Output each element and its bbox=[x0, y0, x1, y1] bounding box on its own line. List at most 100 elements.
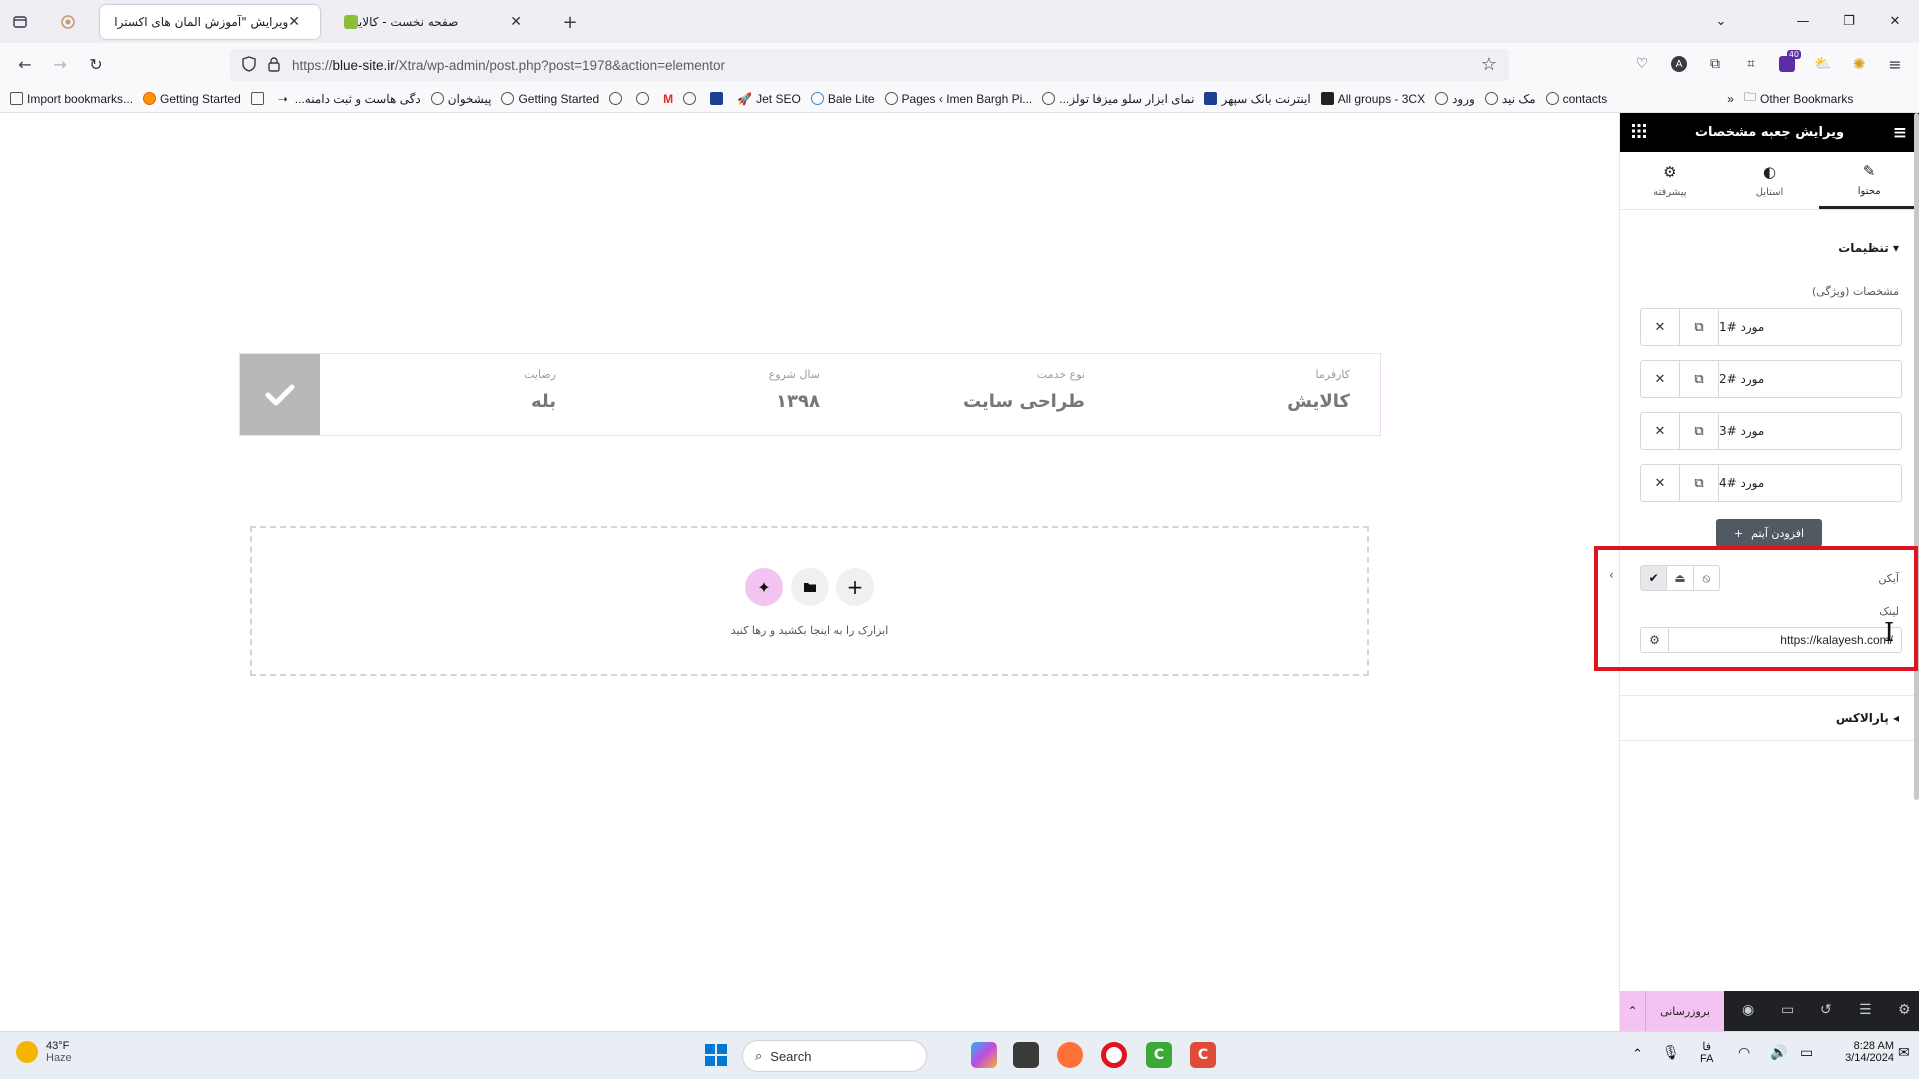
volume-icon[interactable]: 🔊 bbox=[1770, 1044, 1787, 1061]
bookmark-item[interactable]: Pages ‹ Imen Bargh Pi... bbox=[884, 92, 1032, 106]
forward-arrow-icon[interactable]: → bbox=[45, 49, 75, 79]
repeater-item[interactable]: ✕ ⧉ مورد #3 bbox=[1640, 412, 1902, 450]
lock-icon[interactable] bbox=[268, 57, 280, 76]
chevron-left-icon[interactable]: ‹ bbox=[1609, 568, 1614, 582]
restore-button[interactable]: ❐ bbox=[1826, 0, 1872, 43]
repeater-item-title[interactable]: مورد #1 bbox=[1719, 309, 1901, 345]
back-arrow-icon[interactable]: ← bbox=[10, 49, 40, 79]
responsive-icon[interactable]: ▭ bbox=[1781, 1002, 1794, 1018]
remove-icon[interactable]: ✕ bbox=[1641, 465, 1680, 501]
account-icon[interactable]: A bbox=[1664, 49, 1694, 79]
other-bookmarks[interactable]: 🗀 Other Bookmarks bbox=[1744, 88, 1853, 109]
star-icon[interactable]: ☆ bbox=[1481, 54, 1497, 75]
firefox-app-icon[interactable] bbox=[1057, 1042, 1083, 1068]
widgets-grid-icon[interactable] bbox=[1632, 123, 1646, 143]
remove-icon[interactable]: ✕ bbox=[1641, 361, 1680, 397]
shield-icon[interactable] bbox=[242, 56, 256, 76]
duplicate-icon[interactable]: ⧉ bbox=[1680, 413, 1719, 449]
opera-icon[interactable] bbox=[1101, 1042, 1127, 1068]
repeater-item-title[interactable]: مورد #2 bbox=[1719, 361, 1901, 397]
close-icon[interactable]: ✕ bbox=[510, 14, 522, 30]
windows-start-icon[interactable] bbox=[703, 1042, 729, 1068]
bookmark-item[interactable] bbox=[250, 92, 268, 105]
template-folder-button[interactable] bbox=[791, 568, 829, 606]
weather-widget[interactable]: 43°F Haze bbox=[16, 1040, 72, 1064]
bookmark-item[interactable]: Import bookmarks... bbox=[10, 92, 133, 106]
spec-box-widget[interactable]: کارفرما کالایش نوع خدمت طراحی سایت سال ش… bbox=[239, 353, 1381, 436]
add-item-button[interactable]: افزودن آیتم + bbox=[1716, 519, 1822, 547]
pocket-icon[interactable]: ♡ bbox=[1627, 49, 1657, 79]
reload-icon[interactable]: ↻ bbox=[81, 49, 111, 79]
camtasia-green-icon[interactable]: C bbox=[1146, 1042, 1172, 1068]
repeater-item[interactable]: ✕ ⧉ مورد #2 bbox=[1640, 360, 1902, 398]
repeater-item-title[interactable]: مورد #3 bbox=[1719, 413, 1901, 449]
close-icon[interactable]: ✕ bbox=[288, 14, 300, 30]
tab-content[interactable]: ✎ محتوا bbox=[1819, 152, 1919, 209]
bookmark-item[interactable]: Getting Started bbox=[501, 92, 599, 106]
remove-icon[interactable]: ✕ bbox=[1641, 309, 1680, 345]
bookmark-item[interactable]: مک نید bbox=[1484, 92, 1536, 106]
list-all-tabs-icon[interactable]: ⌄ bbox=[1698, 0, 1744, 43]
file-explorer-icon[interactable] bbox=[1013, 1042, 1039, 1068]
bookmark-item[interactable]: ...نمای ابزار سلو میزفا تولز bbox=[1042, 92, 1194, 106]
crop-icon[interactable]: ⌗ bbox=[1736, 49, 1766, 79]
taskbar-search[interactable]: ⌕ Search bbox=[742, 1040, 927, 1072]
tab-style[interactable]: ◐ استایل bbox=[1720, 152, 1820, 209]
chevron-up-icon[interactable]: ⌃ bbox=[1620, 991, 1646, 1031]
parallax-section-toggle[interactable]: ◂ پارالاکس bbox=[1836, 711, 1899, 725]
settings-gear-icon[interactable]: ⚙ bbox=[1898, 1002, 1911, 1018]
duplicate-icon[interactable]: ⧉ bbox=[1680, 309, 1719, 345]
vpn-icon[interactable]: ⛅ bbox=[1808, 49, 1838, 79]
wifi-icon[interactable]: ◠ bbox=[1738, 1044, 1750, 1061]
clock[interactable]: 8:28 AM 3/14/2024 bbox=[1826, 1040, 1894, 1064]
firefox-view-icon[interactable] bbox=[52, 6, 84, 38]
url-text[interactable]: https://blue-site.ir/Xtra/wp-admin/post.… bbox=[292, 58, 725, 73]
drop-zone[interactable]: ✦ + ابزارک را به اینجا بکشید و رها کنید bbox=[250, 526, 1369, 676]
bookmark-item[interactable]: Getting Started bbox=[143, 92, 241, 106]
ublock-icon[interactable]: 40 bbox=[1772, 49, 1802, 79]
settings-section-toggle[interactable]: ▾ تنظیمات bbox=[1838, 241, 1899, 255]
new-tab-button[interactable]: + bbox=[554, 6, 586, 38]
tab-advanced[interactable]: ⚙ پیشرفته bbox=[1620, 152, 1720, 209]
notifications-icon[interactable]: ✉ bbox=[1898, 1044, 1910, 1061]
bookmark-item[interactable]: All groups - 3CX bbox=[1320, 92, 1425, 106]
show-hidden-icons[interactable]: ⌃ bbox=[1632, 1046, 1643, 1062]
bookmark-item[interactable] bbox=[710, 92, 727, 105]
bookmark-item[interactable] bbox=[636, 92, 653, 105]
camtasia-red-icon[interactable]: C bbox=[1190, 1042, 1216, 1068]
panel-scrollbar[interactable] bbox=[1914, 113, 1919, 800]
language-indicator[interactable]: فا FA bbox=[1700, 1040, 1713, 1065]
bookmark-item[interactable]: اینترنت بانک سپهر bbox=[1204, 92, 1311, 106]
menu-icon[interactable]: ≡ bbox=[1880, 49, 1910, 79]
more-bookmarks-icon[interactable]: » bbox=[1727, 92, 1734, 106]
repeater-item[interactable]: ✕ ⧉ مورد #1 bbox=[1640, 308, 1902, 346]
update-button[interactable]: ⌃ بروزرسانی bbox=[1620, 991, 1724, 1031]
tab-list-icon[interactable] bbox=[4, 6, 36, 38]
add-section-button[interactable]: + bbox=[836, 568, 874, 606]
preview-eye-icon[interactable]: ◉ bbox=[1742, 1002, 1754, 1018]
bookmark-item[interactable]: Bale Lite bbox=[810, 92, 875, 106]
minimize-button[interactable]: — bbox=[1780, 0, 1826, 43]
remove-icon[interactable]: ✕ bbox=[1641, 413, 1680, 449]
history-icon[interactable]: ↺ bbox=[1820, 1002, 1832, 1018]
bookmark-item[interactable]: پیشخوان bbox=[430, 92, 491, 106]
extensions-icon[interactable]: ⧉ bbox=[1700, 49, 1730, 79]
duplicate-icon[interactable]: ⧉ bbox=[1680, 465, 1719, 501]
repeater-item-title[interactable]: مورد #4 bbox=[1719, 465, 1901, 501]
microphone-icon[interactable]: 🎙 bbox=[1662, 1044, 1680, 1061]
tab-home[interactable]: ✕ صفحه نخست - کالایش bbox=[326, 5, 542, 39]
bookmark-item[interactable] bbox=[609, 92, 626, 105]
settings-extension-icon[interactable]: ✺ bbox=[1844, 49, 1874, 79]
duplicate-icon[interactable]: ⧉ bbox=[1680, 361, 1719, 397]
tab-editor[interactable]: ✕ ویرایش "آموزش المان های اکسترا – ... bbox=[100, 5, 320, 39]
bookmark-item[interactable]: 🚀 Jet SEO bbox=[737, 92, 801, 106]
hamburger-menu-icon[interactable]: ≡ bbox=[1893, 123, 1907, 143]
bookmark-item[interactable]: M bbox=[663, 92, 673, 106]
battery-icon[interactable]: ▭ bbox=[1800, 1044, 1813, 1061]
url-bar[interactable]: https://blue-site.ir/Xtra/wp-admin/post.… bbox=[230, 49, 1509, 81]
copilot-icon[interactable] bbox=[971, 1042, 997, 1068]
close-window-button[interactable]: ✕ bbox=[1872, 0, 1918, 43]
bookmark-item[interactable]: contacts bbox=[1545, 92, 1607, 106]
ai-sparkle-button[interactable]: ✦ bbox=[745, 568, 783, 606]
bookmark-item[interactable] bbox=[683, 92, 700, 105]
